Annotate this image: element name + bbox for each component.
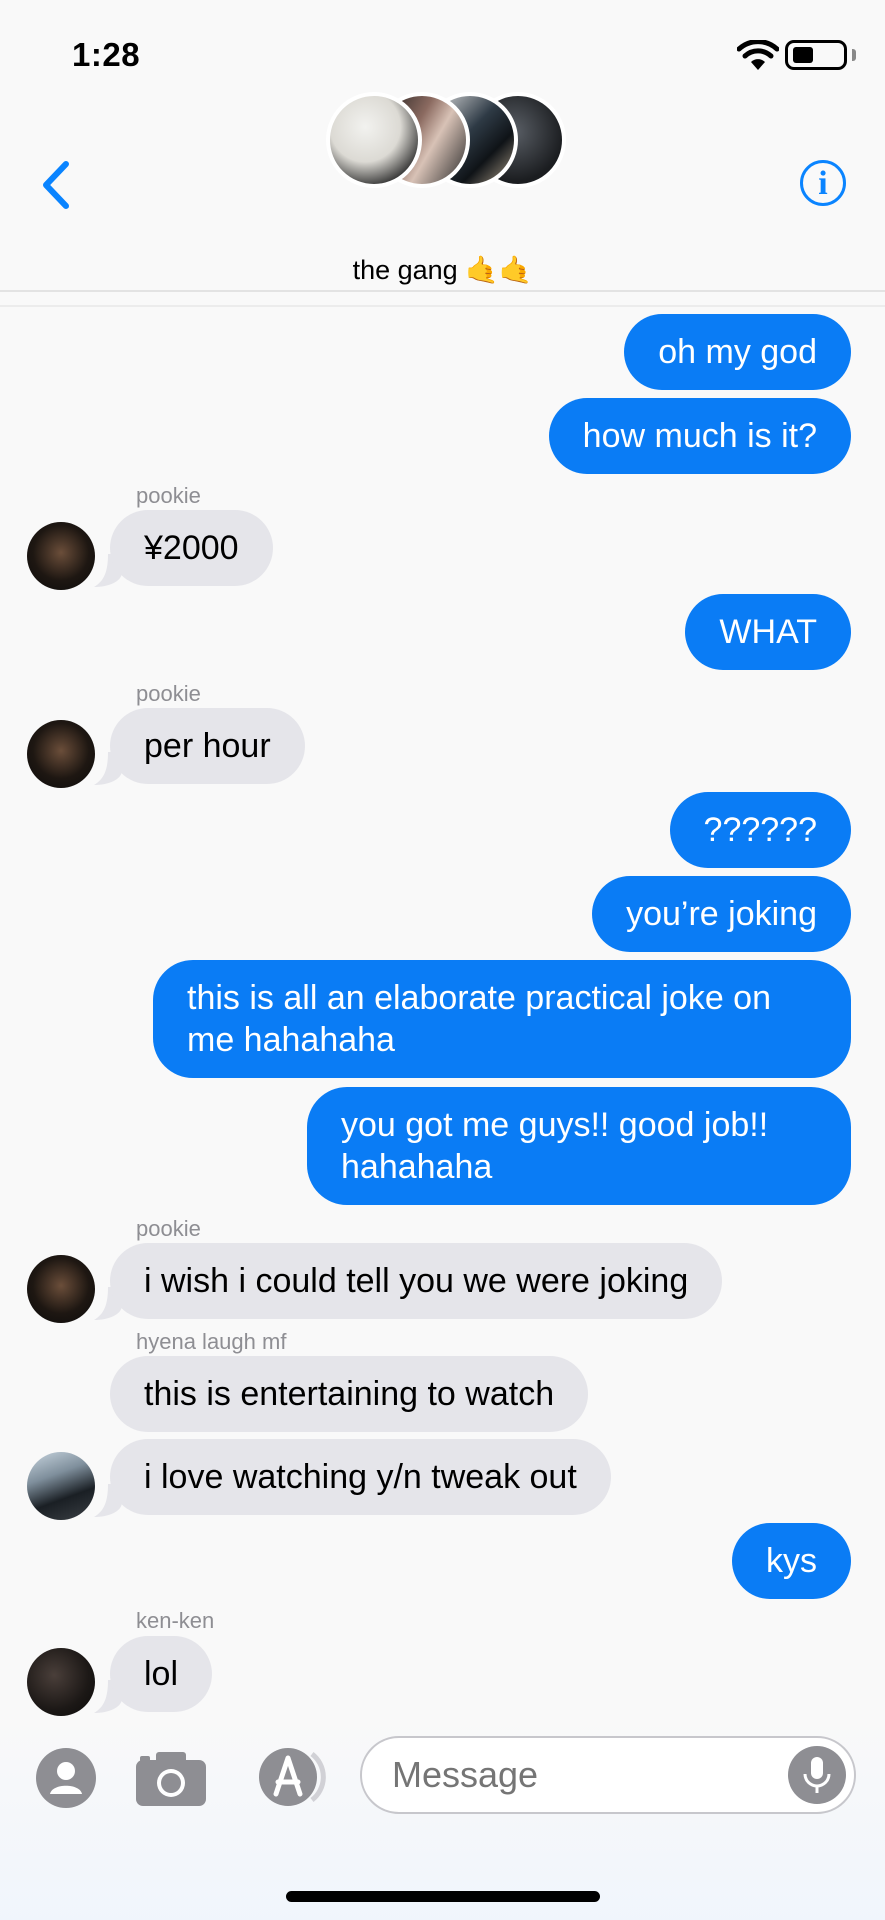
outgoing-message[interactable]: ?????? — [669, 792, 851, 868]
contact-icon[interactable] — [36, 1748, 96, 1808]
sender-name: pookie — [136, 681, 201, 706]
sender-name: hyena laugh mf — [136, 1329, 287, 1354]
outgoing-message[interactable]: this is all an elaborate practical joke … — [153, 960, 851, 1078]
outgoing-message[interactable]: kys — [732, 1523, 851, 1599]
person-icon — [50, 1762, 82, 1794]
header-divider — [0, 290, 885, 292]
avatar[interactable] — [27, 522, 95, 590]
outgoing-message[interactable]: you’re joking — [592, 876, 851, 952]
microphone-icon[interactable] — [788, 1746, 846, 1804]
sender-name: ken-ken — [136, 1608, 215, 1633]
avatar[interactable] — [27, 1255, 95, 1323]
battery-nub — [852, 49, 856, 61]
avatar[interactable] — [27, 720, 95, 788]
sender-name: pookie — [136, 1216, 201, 1241]
outgoing-message[interactable]: you got me guys!! good job!! hahahaha — [307, 1087, 851, 1205]
incoming-message[interactable]: lol — [110, 1636, 213, 1712]
mic-glyph-icon — [803, 1757, 831, 1793]
header-divider — [0, 305, 885, 307]
message-input[interactable] — [360, 1736, 856, 1814]
incoming-message[interactable]: this is entertaining to watch — [110, 1356, 589, 1432]
group-name[interactable]: the gang 🤙🤙 — [0, 254, 885, 286]
chevron-left-icon[interactable] — [40, 160, 74, 210]
sender-name: pookie — [136, 483, 201, 508]
incoming-message[interactable]: ¥2000 — [110, 510, 273, 586]
home-indicator[interactable] — [286, 1891, 600, 1902]
incoming-message[interactable]: i wish i could tell you we were joking — [110, 1243, 723, 1319]
group-member-avatar — [326, 92, 422, 188]
camera-icon[interactable] — [134, 1748, 208, 1808]
avatar[interactable] — [27, 1452, 95, 1520]
group-avatar-stack[interactable] — [322, 92, 566, 192]
battery-icon — [785, 40, 847, 70]
outgoing-message[interactable]: oh my god — [624, 314, 851, 390]
incoming-message[interactable]: i love watching y/n tweak out — [110, 1439, 611, 1515]
wifi-icon — [737, 40, 779, 70]
outgoing-message[interactable]: WHAT — [685, 594, 851, 670]
outgoing-message[interactable]: how much is it? — [548, 398, 851, 474]
avatar[interactable] — [27, 1648, 95, 1716]
status-time: 1:28 — [72, 36, 141, 73]
app-store-icon[interactable] — [250, 1746, 332, 1808]
incoming-message[interactable]: per hour — [110, 708, 305, 784]
info-icon[interactable]: i — [800, 160, 846, 206]
